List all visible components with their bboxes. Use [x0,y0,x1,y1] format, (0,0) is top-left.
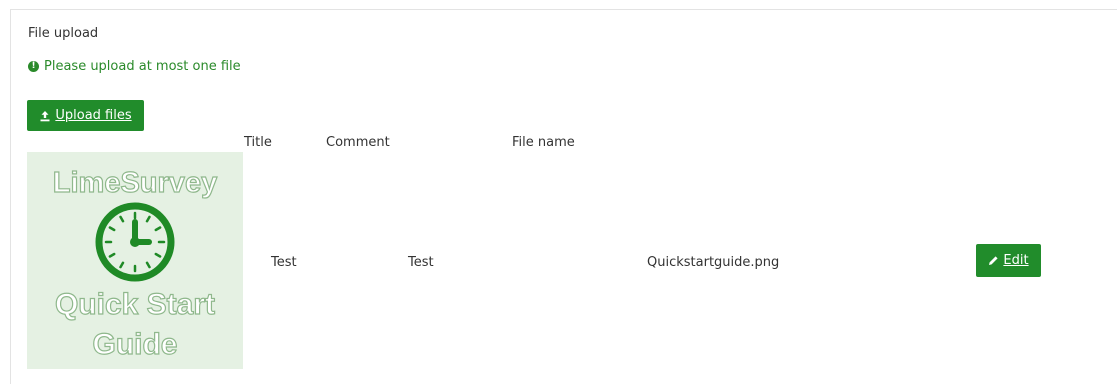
upload-files-label: Upload files [55,108,132,123]
question-help: ! Please upload at most one file [28,59,241,74]
question-title: File upload [28,26,99,41]
upload-icon [40,110,50,121]
exclamation-circle-icon: ! [28,61,39,72]
upload-files-button[interactable]: Upload files [27,100,144,131]
file-title-value: Test [271,255,297,270]
help-text: Please upload at most one file [44,59,241,74]
thumbnail-text-line3: Guide [92,328,177,361]
file-upload-question-panel: File upload ! Please upload at most one … [10,9,1117,384]
edit-label: Edit [1003,253,1029,268]
column-header-comment: Comment [326,135,390,150]
file-comment-value: Test [408,255,434,270]
file-name-value: Quickstartguide.png [647,255,780,270]
clock-icon [95,202,175,282]
thumbnail-text-line2: Quick Start [55,288,215,321]
file-thumbnail: LimeSurvey Quick Start Guide [27,152,243,369]
pencil-icon [989,256,999,265]
edit-file-button[interactable]: Edit [976,244,1041,277]
column-header-title: Title [244,135,272,150]
thumbnail-text-line1: LimeSurvey [53,167,217,199]
column-header-file-name: File name [512,135,575,150]
